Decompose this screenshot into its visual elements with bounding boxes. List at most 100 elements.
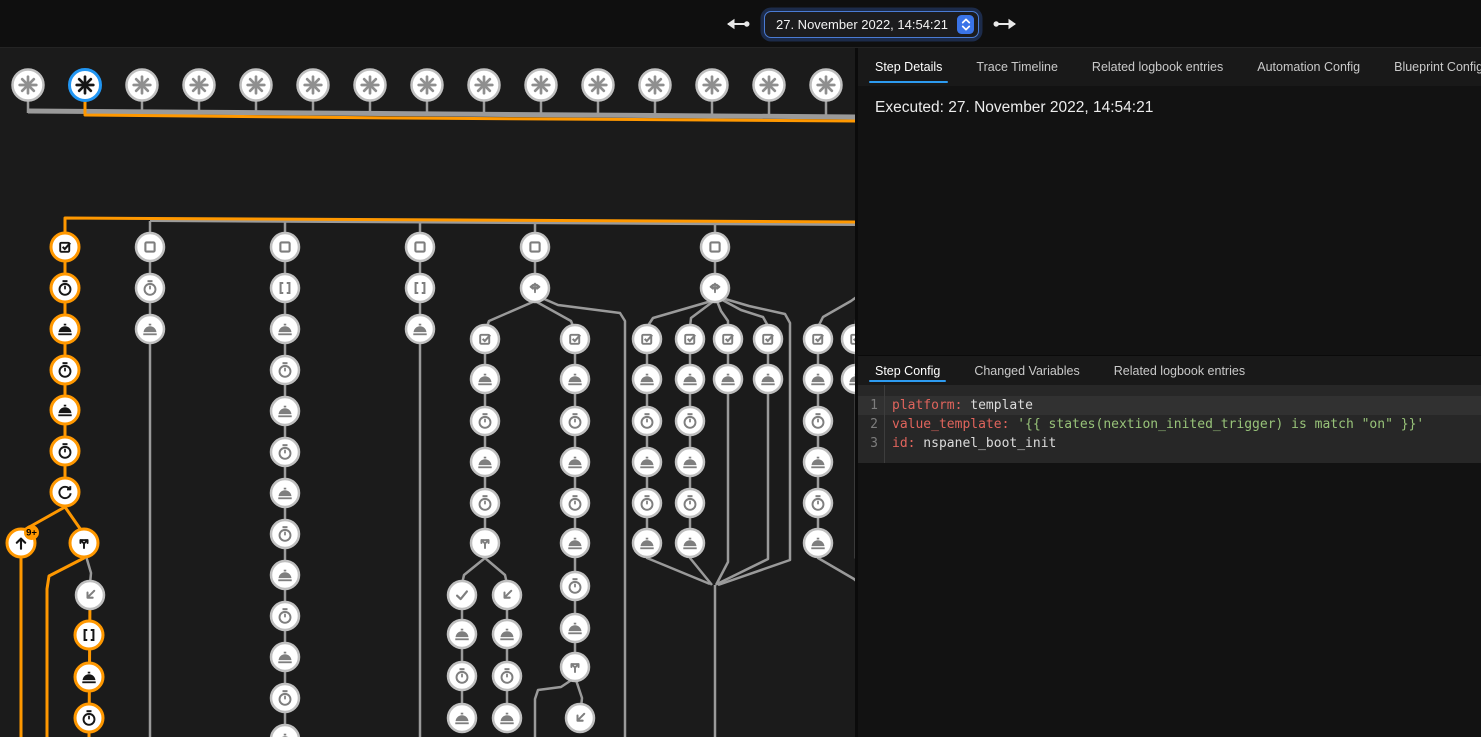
trace-node-fork[interactable] [471, 529, 499, 557]
trace-node-asterisk[interactable] [640, 70, 671, 101]
trace-node-dome[interactable] [714, 365, 742, 393]
tab-related-logbook-entries[interactable]: Related logbook entries [1114, 356, 1245, 385]
trace-node-check[interactable] [448, 581, 476, 609]
trace-node-dome[interactable] [448, 620, 476, 648]
trace-node-timer[interactable] [271, 356, 299, 384]
trace-node-brackets[interactable] [406, 274, 434, 302]
trace-node-timer[interactable] [804, 489, 832, 517]
trace-node-arrow-bl[interactable] [76, 581, 104, 609]
tab-blueprint-config[interactable]: Blueprint Config [1394, 48, 1481, 86]
trace-node-checkbox[interactable] [561, 325, 589, 353]
trace-node-dome[interactable] [804, 365, 832, 393]
trace-node-refresh[interactable] [51, 478, 79, 506]
trace-node-dome[interactable] [271, 397, 299, 425]
trace-node-dome[interactable] [842, 365, 855, 393]
trace-node-timer[interactable] [271, 438, 299, 466]
trace-node-timer[interactable] [676, 489, 704, 517]
trace-node-timer[interactable] [804, 407, 832, 435]
trace-node-dome[interactable] [271, 561, 299, 589]
trace-node-fork[interactable] [561, 653, 589, 681]
trace-node-dome[interactable] [271, 725, 299, 737]
trace-node-timer[interactable] [271, 684, 299, 712]
trace-node-dome[interactable] [448, 704, 476, 732]
trace-node-dome[interactable] [561, 448, 589, 476]
trace-node-choose[interactable] [701, 274, 729, 302]
trace-node-dome[interactable] [633, 529, 661, 557]
trace-node-asterisk[interactable] [811, 70, 842, 101]
trace-node-checkbox[interactable] [804, 325, 832, 353]
trace-node-dome[interactable] [75, 663, 103, 691]
trace-node-dome[interactable] [633, 365, 661, 393]
trace-node-asterisk[interactable] [583, 70, 614, 101]
trace-node-asterisk[interactable] [241, 70, 272, 101]
trace-node-checkbox[interactable] [842, 325, 855, 353]
trace-node-dome[interactable] [754, 365, 782, 393]
trace-node-arrow-bl[interactable] [493, 581, 521, 609]
tab-step-config[interactable]: Step Config [875, 356, 940, 385]
trace-node-dome[interactable] [406, 315, 434, 343]
tab-changed-variables[interactable]: Changed Variables [974, 356, 1079, 385]
trace-node-asterisk[interactable] [412, 70, 443, 101]
trace-node-dome[interactable] [471, 365, 499, 393]
trace-node-arrow-bl[interactable] [566, 704, 594, 732]
trace-node-timer[interactable] [561, 572, 589, 600]
trace-node-square[interactable] [701, 233, 729, 261]
trace-node-dome[interactable] [561, 614, 589, 642]
trace-node-asterisk[interactable] [70, 70, 101, 101]
trace-node-choose[interactable] [521, 274, 549, 302]
trace-node-dome[interactable] [561, 529, 589, 557]
trace-node-checkbox[interactable] [51, 233, 79, 261]
trace-node-timer[interactable] [471, 407, 499, 435]
trace-node-square[interactable] [271, 233, 299, 261]
trace-node-dome[interactable] [561, 365, 589, 393]
trace-node-brackets[interactable] [75, 621, 103, 649]
trace-node-dome[interactable] [493, 704, 521, 732]
trace-node-fork[interactable] [70, 529, 98, 557]
trace-node-timer[interactable] [676, 407, 704, 435]
trace-node-checkbox[interactable] [471, 325, 499, 353]
trace-node-square[interactable] [406, 233, 434, 261]
tab-trace-timeline[interactable]: Trace Timeline [976, 48, 1058, 86]
trace-node-asterisk[interactable] [355, 70, 386, 101]
trace-node-brackets[interactable] [271, 274, 299, 302]
trace-node-checkbox[interactable] [676, 325, 704, 353]
trace-graph[interactable]: 9+ [0, 48, 855, 737]
trace-node-timer[interactable] [633, 489, 661, 517]
trace-node-dome[interactable] [271, 315, 299, 343]
trace-node-dome[interactable] [271, 479, 299, 507]
trace-node-timer[interactable] [633, 407, 661, 435]
trace-node-asterisk[interactable] [526, 70, 557, 101]
trace-node-checkbox[interactable] [754, 325, 782, 353]
trace-node-dome[interactable] [804, 529, 832, 557]
trace-node-timer[interactable] [51, 274, 79, 302]
trace-node-dome[interactable] [676, 448, 704, 476]
trace-node-dome[interactable] [271, 643, 299, 671]
trace-node-timer[interactable] [51, 356, 79, 384]
trace-node-asterisk[interactable] [184, 70, 215, 101]
trace-node-timer[interactable] [271, 602, 299, 630]
step-config-code-editor[interactable]: 1platform: template2value_template: '{{ … [858, 385, 1481, 463]
tab-automation-config[interactable]: Automation Config [1257, 48, 1360, 86]
trace-node-checkbox[interactable] [714, 325, 742, 353]
trace-node-dome[interactable] [136, 315, 164, 343]
trace-node-timer[interactable] [271, 520, 299, 548]
tab-step-details[interactable]: Step Details [875, 48, 942, 86]
trace-node-timer[interactable] [561, 489, 589, 517]
trace-node-checkbox[interactable] [633, 325, 661, 353]
trace-node-dome[interactable] [493, 620, 521, 648]
trace-node-timer[interactable] [471, 489, 499, 517]
trace-node-timer[interactable] [448, 662, 476, 690]
trace-node-timer[interactable] [51, 437, 79, 465]
trace-node-timer[interactable] [136, 274, 164, 302]
trace-node-dome[interactable] [676, 365, 704, 393]
previous-trace-button[interactable] [722, 15, 753, 33]
trace-node-dome[interactable] [471, 448, 499, 476]
trace-node-asterisk[interactable] [13, 70, 44, 101]
trace-node-square[interactable] [136, 233, 164, 261]
trace-node-dome[interactable] [51, 315, 79, 343]
trace-node-dome[interactable] [676, 529, 704, 557]
trace-node-timer[interactable] [75, 704, 103, 732]
trace-node-asterisk[interactable] [469, 70, 500, 101]
trace-run-select[interactable]: 27. November 2022, 14:54:21 [764, 11, 979, 38]
tab-related-logbook-entries[interactable]: Related logbook entries [1092, 48, 1223, 86]
